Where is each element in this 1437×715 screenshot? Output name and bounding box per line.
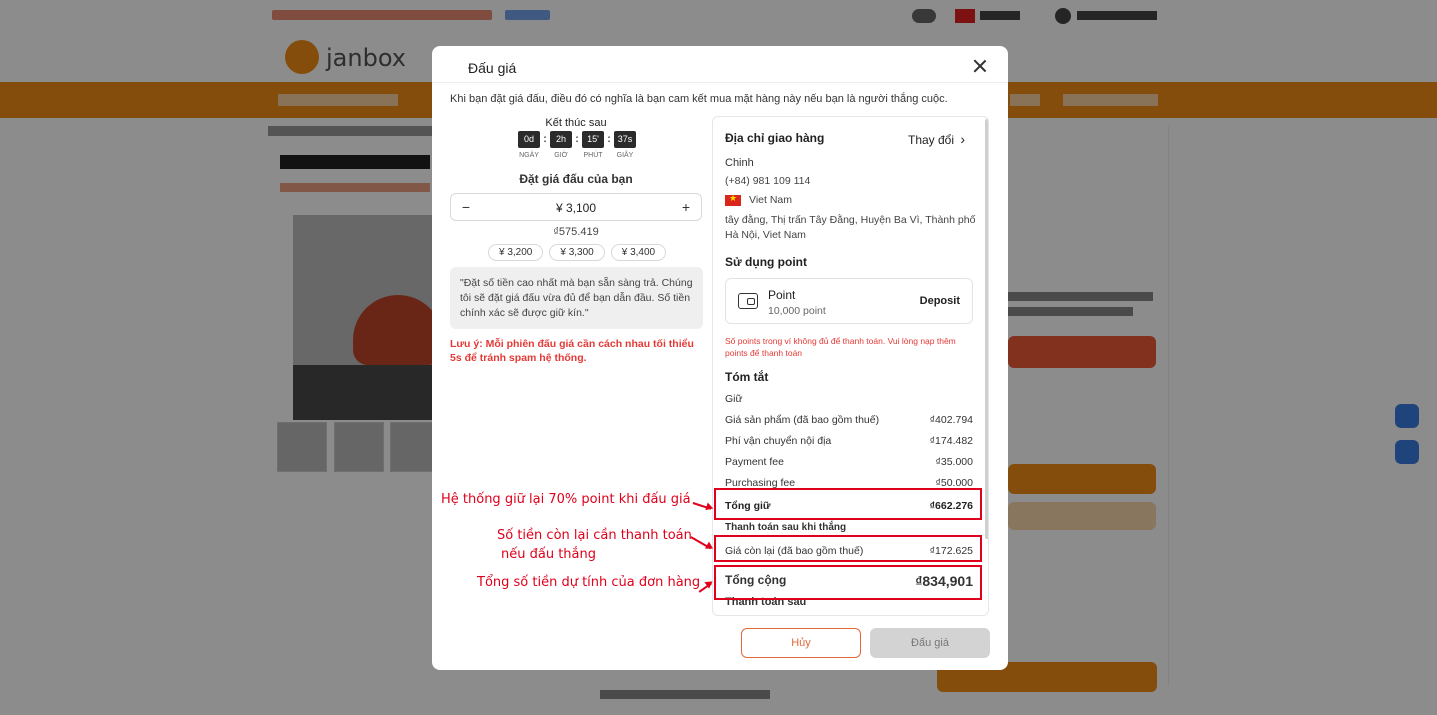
annotation-remaining-line1: Số tiền còn lại cần thanh toán (497, 528, 692, 543)
address-line: Hà Nội, Viet Nam (725, 229, 806, 241)
point-wallet-card: Point 10,000 point Deposit (725, 278, 973, 324)
countdown-separator: : (543, 134, 547, 145)
countdown-unit: PHÚT (583, 152, 603, 159)
countdown-timer: 0d NGÀY : 2h GIỜ : 15' PHÚT : 37s GIÂY (518, 131, 636, 159)
shipping-title: Địa chỉ giao hàng (725, 131, 825, 145)
hold-heading: Giữ (725, 393, 743, 405)
countdown-minutes: 15' PHÚT (582, 131, 604, 159)
chevron-right-icon: › (960, 131, 966, 147)
bid-stepper[interactable]: − ¥ 3,100 + (450, 193, 702, 221)
place-bid-button[interactable]: Đấu giá (870, 628, 990, 658)
countdown-days: 0d NGÀY (518, 131, 540, 159)
countdown-value: 37s (614, 131, 636, 148)
decrease-button[interactable]: − (457, 198, 475, 216)
countdown-value: 2h (550, 131, 572, 148)
change-address-label: Thay đổi (908, 133, 955, 147)
scrollbar[interactable] (985, 119, 988, 539)
recipient-country: Viet Nam (725, 193, 792, 206)
cancel-button[interactable]: Hủy (741, 628, 861, 658)
annotation-total: Tổng số tiền dự tính của đơn hàng (477, 575, 701, 590)
highlight-grand-total (714, 565, 982, 600)
summary-row-label: Giá sản phẩm (đã bao gồm thuế) (725, 414, 880, 426)
change-address-link[interactable]: Thay đổi › (908, 131, 965, 147)
divider (432, 82, 1008, 83)
summary-row: Payment fee ₫35.000 (725, 456, 973, 468)
summary-row-value: ₫35.000 (935, 456, 973, 468)
countdown-value: 15' (582, 131, 604, 148)
deposit-button[interactable]: Deposit (920, 295, 960, 307)
countdown-hours: 2h GIỜ (550, 131, 572, 159)
vietnam-flag-icon (725, 193, 741, 206)
summary-row-label: Payment fee (725, 456, 784, 468)
countdown-unit: NGÀY (519, 152, 539, 159)
highlight-remaining (714, 535, 982, 562)
intro-text: Khi bạn đặt giá đấu, điều đó có nghĩa là… (450, 93, 948, 105)
recipient-name: Chinh (725, 157, 754, 169)
close-icon[interactable] (972, 58, 988, 74)
modal-title: Đấu giá (468, 60, 517, 76)
summary-row-value: ₫402.794 (929, 414, 973, 426)
countdown-label: Kết thúc sau (545, 117, 607, 129)
summary-row: Giá sản phẩm (đã bao gồm thuế) ₫402.794 (725, 414, 973, 426)
summary-row-label: Phí vận chuyển nội địa (725, 435, 832, 447)
countdown-unit: GIÂY (616, 152, 634, 159)
bid-label: Đặt giá đấu của bạn (519, 172, 633, 186)
address-line: tây đằng, Thị trấn Tây Đằng, Huyện Ba Vì… (725, 214, 976, 226)
quick-bid-chip[interactable]: ¥ 3,400 (610, 244, 667, 261)
spam-warning: Lưu ý: Mỗi phiên đấu giá cần cách nhau t… (450, 338, 694, 364)
annotation-hold: Hệ thống giữ lại 70% point khi đấu giá (441, 492, 691, 507)
highlight-total-hold (714, 488, 982, 520)
points-warning: Số points trong ví không đủ để thanh toá… (725, 335, 977, 359)
summary-title: Tóm tắt (725, 370, 769, 384)
point-name: Point (768, 288, 796, 302)
wallet-icon (738, 293, 758, 309)
summary-row: Phí vận chuyển nội địa ₫174.482 (725, 435, 973, 447)
bid-vnd-equivalent: ₫575.419 (553, 226, 599, 238)
summary-row-value: ₫174.482 (929, 435, 973, 447)
points-warning-line: points để thanh toán (725, 348, 803, 358)
countdown-separator: : (607, 134, 611, 145)
recipient-phone: (+84) 981 109 114 (725, 175, 811, 187)
countdown-seconds: 37s GIÂY (614, 131, 636, 159)
point-balance: 10,000 point (768, 305, 826, 317)
quick-bid-chip[interactable]: ¥ 3,200 (488, 244, 544, 261)
quick-bid-chip[interactable]: ¥ 3,300 (549, 244, 605, 261)
countdown-value: 0d (518, 131, 540, 148)
points-title: Sử dụng point (725, 255, 808, 269)
bid-note: "Đặt số tiền cao nhất mà bạn sẵn sàng tr… (450, 267, 703, 329)
quick-bid-options: ¥ 3,200 ¥ 3,300 ¥ 3,400 (488, 244, 667, 261)
country-name: Viet Nam (749, 194, 792, 206)
increase-button[interactable]: + (677, 198, 695, 216)
after-win-heading: Thanh toán sau khi thắng (725, 522, 847, 533)
annotation-remaining-line2: nếu đấu thắng (501, 547, 596, 562)
bid-amount-input[interactable]: ¥ 3,100 (481, 201, 671, 215)
points-warning-line: Số points trong ví không đủ để thanh toá… (725, 336, 956, 346)
countdown-unit: GIỜ (554, 152, 568, 159)
countdown-separator: : (575, 134, 579, 145)
